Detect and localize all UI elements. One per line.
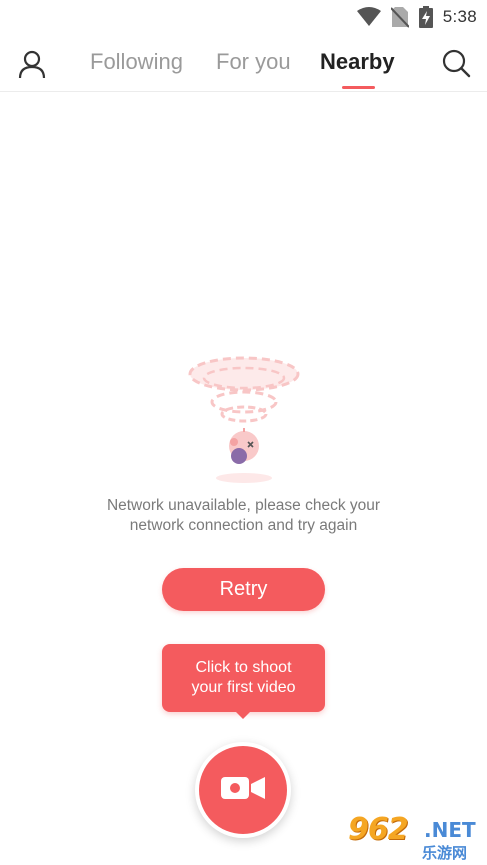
person-icon[interactable] xyxy=(16,48,48,80)
error-message-line1: Network unavailable, please check your xyxy=(106,497,381,514)
search-icon[interactable] xyxy=(441,48,471,78)
no-network-illustration xyxy=(182,350,306,485)
tooltip-arrow xyxy=(234,710,252,719)
video-camera-icon xyxy=(221,774,265,807)
watermark-domain: .NET xyxy=(424,818,476,842)
tooltip-line1: Click to shoot xyxy=(195,659,292,676)
active-tab-indicator xyxy=(342,86,375,89)
status-bar: 5:38 xyxy=(0,0,487,34)
record-video-button[interactable] xyxy=(195,742,291,838)
tooltip-line2: your first video xyxy=(191,679,296,696)
tab-for-you[interactable]: For you xyxy=(216,49,291,75)
error-message-line2: network connection and try again xyxy=(129,517,358,534)
retry-button[interactable]: Retry xyxy=(162,568,325,611)
status-time: 5:38 xyxy=(442,7,477,26)
battery-charging-icon xyxy=(418,6,433,28)
record-button-inner xyxy=(199,746,287,834)
network-error-message: Network unavailable, please check your n… xyxy=(60,496,427,536)
tab-following[interactable]: Following xyxy=(90,49,183,75)
tab-nearby[interactable]: Nearby xyxy=(320,49,395,75)
wifi-icon xyxy=(356,7,381,27)
watermark-logo: 962 .NET 乐游网 xyxy=(348,812,487,862)
status-icons: 5:38 xyxy=(356,6,477,28)
shoot-video-tooltip: Click to shoot your first video xyxy=(162,644,325,712)
watermark-cn-text: 乐游网 xyxy=(422,845,468,862)
no-sim-icon xyxy=(390,6,409,28)
top-nav: Following For you Nearby xyxy=(0,34,487,92)
watermark-number: 962 xyxy=(348,812,409,847)
